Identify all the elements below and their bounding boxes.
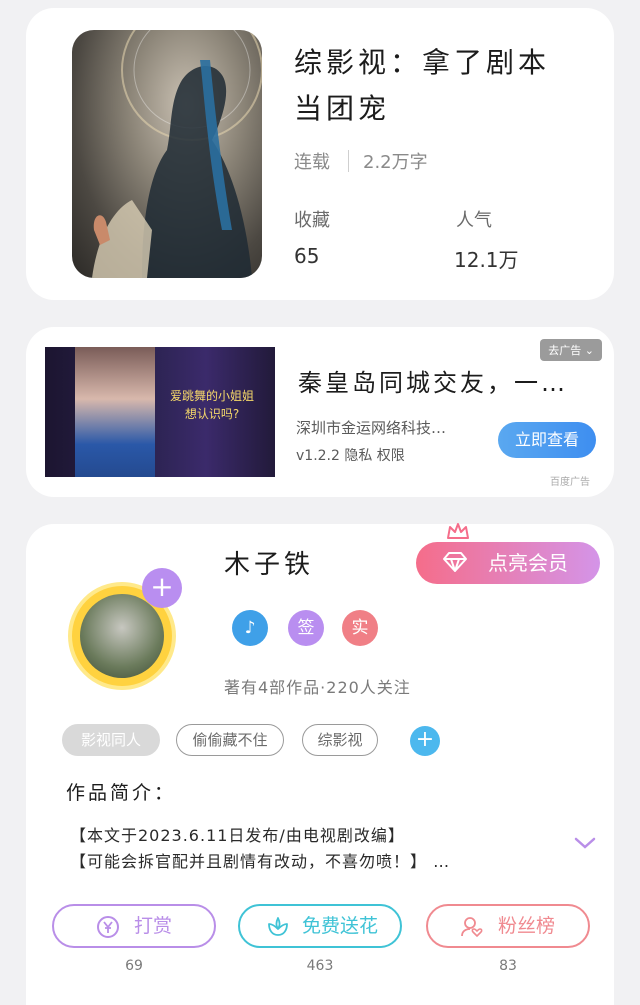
- popularity-label: 人气: [456, 210, 492, 231]
- ad-image[interactable]: 爱跳舞的小姐姐想认识吗?: [45, 347, 275, 477]
- book-info-card: 综影视：拿了剧本 当团宠 连载 2.2万字 收藏 人气 65 12.1万: [26, 8, 614, 300]
- signed-badge-icon[interactable]: 签: [288, 610, 324, 646]
- reward-count: 69: [125, 958, 143, 974]
- tag-item[interactable]: 影视同人: [62, 724, 160, 756]
- ad-card[interactable]: 爱跳舞的小姐姐想认识吗? 去广告 ⌄ 秦皇岛同城交友，一… 深圳市金运网络科技……: [26, 327, 614, 497]
- flower-count: 463: [306, 958, 334, 974]
- book-word-count: 2.2万字: [363, 152, 428, 173]
- user-heart-icon: [461, 917, 483, 937]
- music-badge-icon[interactable]: ♪: [232, 610, 268, 646]
- ad-version-links[interactable]: v1.2.2 隐私 权限: [296, 445, 405, 465]
- popularity-value: 12.1万: [454, 248, 519, 272]
- book-title-line: 当团宠: [294, 92, 391, 125]
- favorites-label: 收藏: [294, 210, 330, 231]
- fans-ranking-label: 粉丝榜: [498, 915, 556, 937]
- add-tag-button[interactable]: +: [410, 726, 440, 756]
- author-card: + 木子铁 点亮会员 ♪ 签 实 著有4部作品·220人关注 影视同人 偷偷藏不…: [26, 523, 614, 1005]
- vip-label: 点亮会员: [488, 551, 568, 575]
- tag-item[interactable]: 偷偷藏不住: [176, 724, 284, 756]
- meta-divider: [348, 150, 349, 172]
- avatar: [80, 594, 164, 678]
- book-meta: 连载 2.2万字: [294, 148, 428, 174]
- remove-ad-label: 去广告: [548, 344, 582, 357]
- diamond-icon: [443, 552, 467, 572]
- fans-ranking-button[interactable]: 粉丝榜: [426, 904, 590, 948]
- ad-image-caption: 爱跳舞的小姐姐想认识吗?: [169, 389, 254, 421]
- crown-icon: [447, 523, 469, 539]
- verified-badge-icon[interactable]: 实: [342, 610, 378, 646]
- vip-button[interactable]: 点亮会员: [416, 542, 600, 584]
- ad-view-button[interactable]: 立即查看: [498, 422, 596, 458]
- book-cover[interactable]: [72, 30, 262, 278]
- author-stats: 著有4部作品·220人关注: [224, 678, 411, 697]
- intro-line: 【可能会拆官配并且剧情有改动，不喜勿喷！】 …: [70, 852, 451, 871]
- author-name: 木子铁: [224, 550, 315, 580]
- ad-title[interactable]: 秦皇岛同城交友，一…: [298, 363, 568, 398]
- reward-label: 打赏: [134, 915, 173, 937]
- book-title: 综影视：拿了剧本 当团宠: [294, 40, 594, 132]
- flower-icon: [268, 917, 288, 936]
- free-flower-button[interactable]: 免费送花: [238, 904, 402, 948]
- fans-count: 83: [499, 958, 517, 974]
- remove-ad-button[interactable]: 去广告 ⌄: [540, 339, 602, 361]
- favorites-value: 65: [294, 244, 320, 268]
- chevron-down-icon: ⌄: [584, 344, 594, 357]
- book-status: 连载: [294, 152, 330, 173]
- yuan-coin-icon: [97, 916, 119, 938]
- reward-button[interactable]: 打赏: [52, 904, 216, 948]
- ad-photo: [75, 347, 155, 477]
- intro-line: 【本文于2023.6.11日发布/由电视剧改编】: [70, 826, 405, 845]
- intro-label: 作品简介：: [66, 782, 177, 804]
- ad-company: 深圳市金运网络科技…: [296, 419, 447, 437]
- chevron-down-icon[interactable]: [574, 836, 596, 850]
- tag-item[interactable]: 综影视: [302, 724, 378, 756]
- free-flower-label: 免费送花: [302, 915, 379, 937]
- ad-source: 百度广告: [550, 477, 590, 488]
- book-title-line: 综影视：拿了剧本: [294, 46, 551, 79]
- follow-plus-icon[interactable]: +: [142, 568, 182, 608]
